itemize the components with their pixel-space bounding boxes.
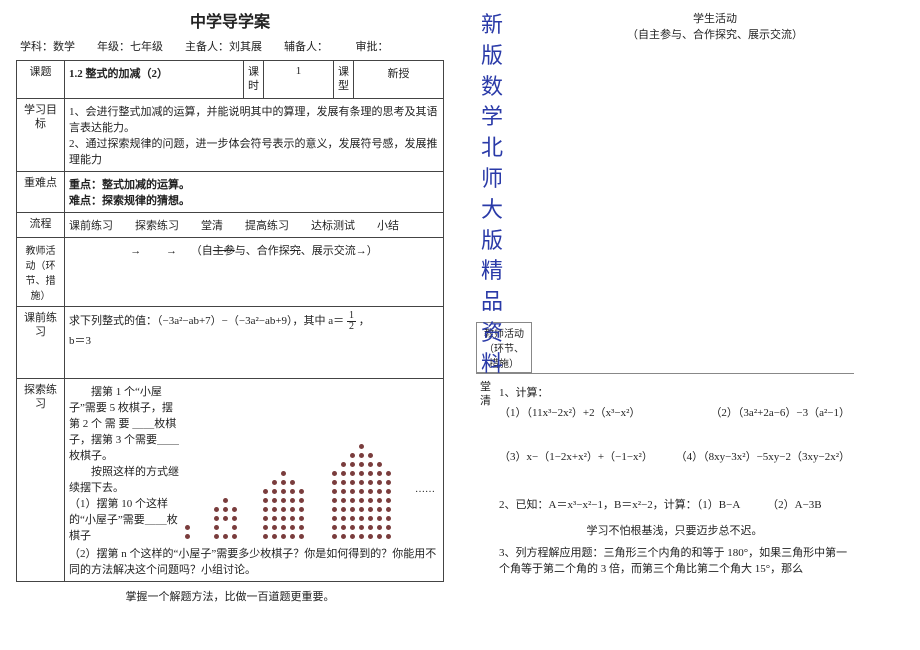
- right-section-table: 堂清 1、计算： （1）（11x³−2x²）+2（x³−x²） （2）（3a²+…: [476, 373, 854, 586]
- tq-p1b: （2）（3a²+2a−6）−3（a²−1）: [710, 404, 850, 420]
- tq-h3: 3、列方程解应用题：三角形三个内角的和等于 180°，如果三角形中第一个角等于第…: [499, 544, 850, 576]
- goals-body: 1、会进行整式加减的运算，并能说明其中的算理，发展有条理的思考及其语言表达能力。…: [65, 98, 444, 171]
- pre-line1: 求下列整式的值：（−3a²−ab+7）−（−3a²−ab+9），其中 a＝: [69, 315, 344, 327]
- meta-line: 学科：数学 年级：七年级 主备人：刘其展 辅备人： 审批：: [16, 38, 444, 54]
- goals-label: 学习目标: [17, 98, 65, 171]
- cell-topic-label: 课题: [17, 61, 65, 99]
- exp-p3: （1）摆第 10 个这样的“小屋子”需要＿＿枚棋子: [69, 495, 179, 543]
- exp-p1: 摆第 1 个“小屋子”需要 5 枚棋子，摆 第 2 个 需 要 ＿＿枚棋子，摆第…: [69, 383, 179, 463]
- cell-topic: 1.2 整式的加减（2）: [65, 61, 244, 99]
- exp-p2: 按照这样的方式继续摆下去。: [69, 463, 179, 495]
- focus-l1: 重点：整式加减的运算。: [69, 176, 439, 192]
- explore-label: 探索练习: [17, 378, 65, 581]
- tq-h2: 2、已知：A＝x³−x²−1，B＝x²−2，计算：（1）B−A （2）A−3B: [499, 496, 850, 512]
- page-title: 中学导学案: [16, 8, 444, 32]
- cell-period: 1: [264, 61, 334, 99]
- tq-p2a: （3）x−（1−2x+x²）+（−1−x²）: [499, 448, 653, 464]
- arrow-icon: →: [166, 245, 177, 257]
- cell-type-label: 课型: [334, 61, 354, 99]
- focus-body: 重点：整式加减的运算。 难点：探索规律的猜想。: [65, 171, 444, 212]
- cell-type: 新授: [354, 61, 444, 99]
- student-activity-cell: → → （自主参与、合作探究、展示交流→）: [65, 237, 444, 306]
- tq-p2b: （4）（8xy−3x²）−5xy−2（3xy−2x²）: [676, 448, 850, 464]
- exp-p4: （2）摆第 n 个这样的“小屋子”需要多少枚棋子？你是如何得到的？你能用不同的方…: [69, 545, 439, 577]
- vertical-banner: 新版数学北师大版精品资料: [478, 10, 506, 380]
- tq-p1a: （1）（11x³−2x²）+2（x³−x²）: [499, 404, 640, 420]
- arrow-icon: →: [130, 245, 141, 257]
- flow-label: 流程: [17, 212, 65, 237]
- pre-line3: b＝3: [69, 335, 91, 347]
- footer-right: 学习不怕根基浅，只要迈步总不迟。: [499, 522, 850, 538]
- teacher-activity-label: 教师活动（环节、措施）: [17, 237, 65, 306]
- fraction-half: 12: [347, 311, 356, 332]
- r-activity-head: 学生活动: [526, 10, 904, 26]
- ellipsis-icon: ……: [415, 484, 435, 495]
- cell-period-label: 课时: [244, 61, 264, 99]
- lesson-plan-table: 课题 1.2 整式的加减（2） 课时 1 课型 新授 学习目标 1、会进行整式加…: [16, 60, 444, 582]
- focus-label: 重难点: [17, 171, 65, 212]
- student-activity-text: （自主参与、合作探究、展示交流→）: [191, 245, 378, 257]
- dots-figure: ……: [185, 389, 439, 539]
- flow-body: 课前练习 探索练习 堂清 提高练习 达标测试 小结: [65, 212, 444, 237]
- pre-line2: ，: [359, 315, 370, 327]
- tangqing-label: 堂清: [476, 374, 495, 587]
- r-activity-sub: （自主参与、合作探究、展示交流）: [526, 26, 904, 42]
- explore-body: 摆第 1 个“小屋子”需要 5 枚棋子，摆 第 2 个 需 要 ＿＿枚棋子，摆第…: [65, 378, 444, 581]
- tangqing-body: 1、计算： （1）（11x³−2x²）+2（x³−x²） （2）（3a²+2a−…: [495, 374, 854, 587]
- tq-h1: 1、计算：: [499, 384, 850, 400]
- pre-exercise-label: 课前练习: [17, 306, 65, 378]
- focus-l2: 难点：探索规律的猜想。: [69, 192, 439, 208]
- pre-exercise-body: 求下列整式的值：（−3a²−ab+7）−（−3a²−ab+9），其中 a＝ 12…: [65, 306, 444, 378]
- footer-left: 掌握一个解题方法，比做一百道题更重要。: [16, 588, 444, 604]
